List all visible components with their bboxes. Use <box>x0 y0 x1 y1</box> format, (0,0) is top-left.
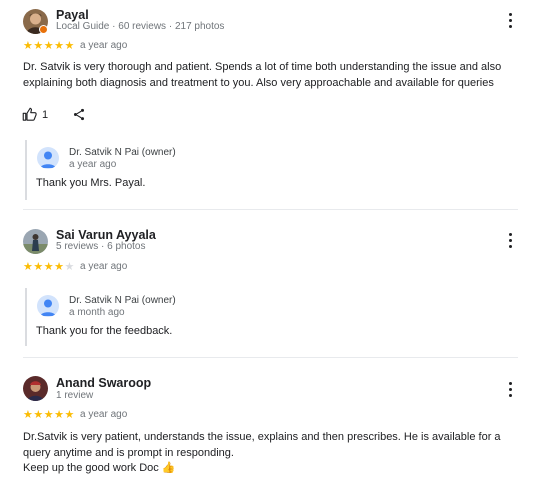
local-guide-badge-icon <box>39 25 48 34</box>
owner-reply-text: Thank you for the feedback. <box>36 325 173 337</box>
owner-reply-bar <box>25 140 27 200</box>
review-card: Sai Varun Ayyala 5 reviews · 6 photos ★★… <box>0 210 549 358</box>
more-vert-icon <box>508 12 512 28</box>
share-button[interactable] <box>72 107 86 127</box>
person-icon <box>37 295 59 317</box>
share-icon <box>73 108 85 121</box>
reviewer-avatar[interactable] <box>23 376 48 401</box>
review-time: a year ago <box>80 409 128 420</box>
owner-reply-bar <box>25 288 27 346</box>
reviewer-avatar[interactable] <box>23 229 48 254</box>
reviewer-name[interactable]: Anand Swaroop <box>56 376 151 390</box>
owner-reply-time: a year ago <box>69 159 117 170</box>
reviewer-name[interactable]: Payal <box>56 8 89 22</box>
more-vert-icon <box>508 381 512 397</box>
owner-reply-time: a month ago <box>69 307 125 318</box>
reviewer-meta[interactable]: 1 review <box>56 390 93 401</box>
more-options-button[interactable] <box>500 379 520 399</box>
review-time: a year ago <box>80 261 128 272</box>
reviewer-meta[interactable]: 5 reviews · 6 photos <box>56 241 146 252</box>
reviewer-meta[interactable]: Local Guide · 60 reviews · 217 photos <box>56 21 224 32</box>
review-card: Payal Local Guide · 60 reviews · 217 pho… <box>0 0 549 210</box>
like-count: 1 <box>42 108 49 121</box>
review-text-line: Keep up the good work Doc 👍 <box>23 462 176 474</box>
star-rating: ★★★★★ <box>23 261 75 273</box>
more-options-button[interactable] <box>500 230 520 250</box>
review-card: Anand Swaroop 1 review ★★★★★ a year ago … <box>0 358 549 489</box>
reviewer-name[interactable]: Sai Varun Ayyala <box>56 228 156 242</box>
star-rating: ★★★★★ <box>23 409 75 421</box>
review-time: a year ago <box>80 40 128 51</box>
owner-name: Dr. Satvik N Pai (owner) <box>69 295 176 306</box>
review-text: Dr. Satvik is very thorough and patient.… <box>23 61 502 89</box>
more-vert-icon <box>508 232 512 248</box>
owner-reply-text: Thank you Mrs. Payal. <box>36 177 146 189</box>
thumb-up-icon <box>22 107 37 121</box>
star-rating: ★★★★★ <box>23 40 75 52</box>
owner-name: Dr. Satvik N Pai (owner) <box>69 147 176 158</box>
more-options-button[interactable] <box>500 10 520 30</box>
like-button[interactable]: 1 <box>22 107 48 122</box>
person-icon <box>37 147 59 169</box>
review-text: Dr.Satvik is very patient, understands t… <box>23 431 501 459</box>
